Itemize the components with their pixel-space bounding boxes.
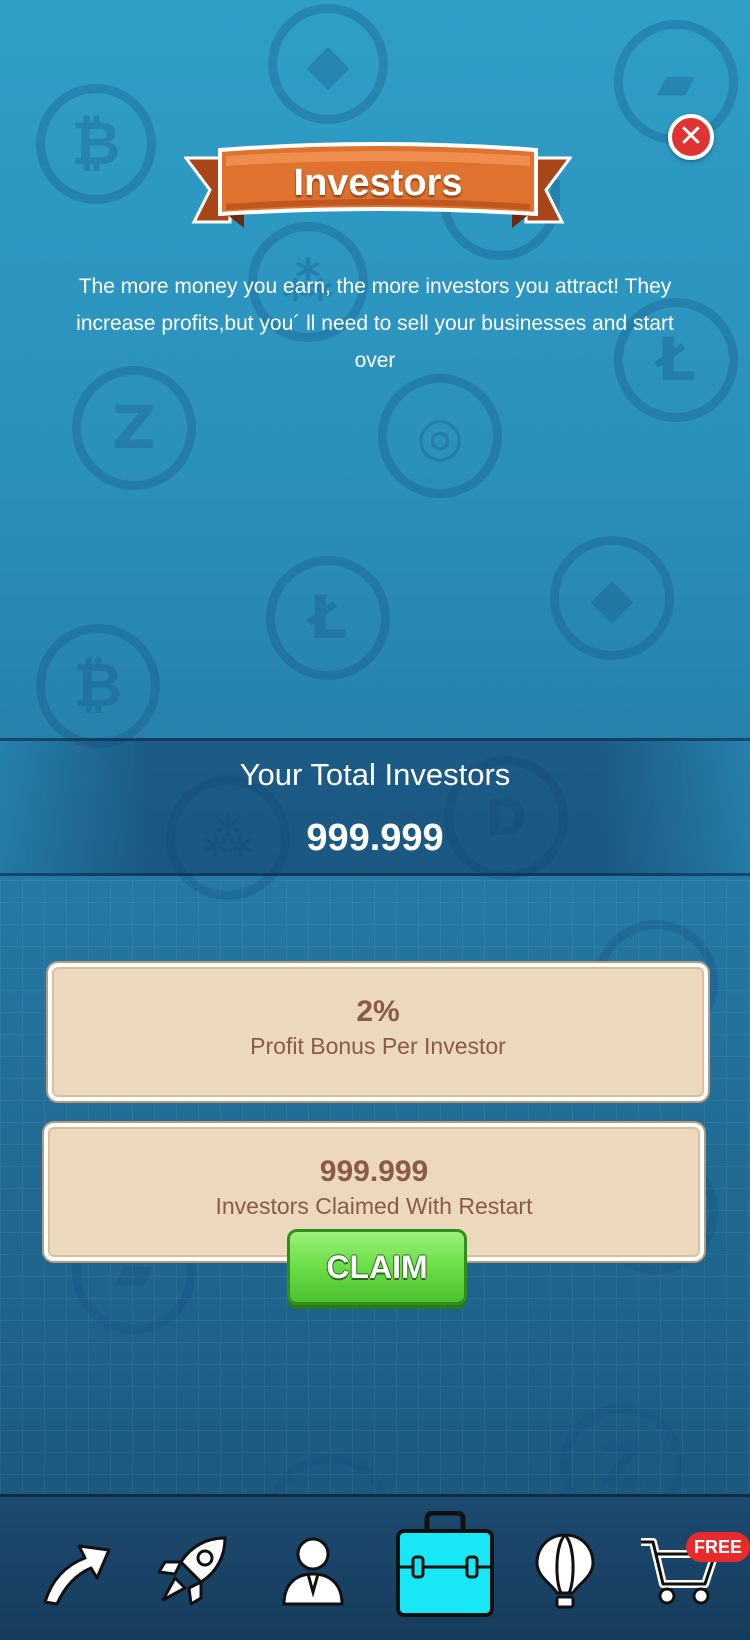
bitcoin-coin-icon-2: ₿: [36, 624, 160, 748]
profit-bonus-value: 2%: [356, 995, 400, 1028]
bitcoin-coin-icon: ₿: [36, 84, 156, 204]
total-investors-panel: Your Total Investors 999.999: [0, 738, 750, 876]
profit-bonus-card: 2% Profit Bonus Per Investor: [48, 963, 708, 1101]
close-button[interactable]: ✕: [668, 114, 714, 160]
nem-coin-icon: ◎: [378, 374, 502, 498]
nav-investors-active[interactable]: [395, 1510, 495, 1619]
litecoin-coin-icon-2: Ł: [266, 556, 390, 680]
claim-button[interactable]: CLAIM: [287, 1229, 467, 1305]
nav-events[interactable]: [510, 1497, 620, 1640]
description-text: The more money you earn, the more invest…: [76, 275, 674, 372]
manager-icon: [282, 1537, 344, 1606]
claimed-investors-label: Investors Claimed With Restart: [215, 1193, 533, 1219]
zcash-coin-icon: Z: [72, 366, 196, 490]
rocket-icon: [157, 1536, 227, 1606]
briefcase-icon: [396, 1510, 494, 1617]
ethereum-coin-icon: ◆: [268, 4, 388, 124]
nav-boosts[interactable]: [138, 1497, 248, 1640]
title-banner: Investors: [184, 142, 572, 236]
free-badge: FREE: [686, 1532, 750, 1562]
ethereum-coin-icon-2: ◆: [550, 536, 674, 660]
claimed-investors-value: 999.999: [319, 1155, 429, 1188]
upgrade-arrow-icon: [43, 1544, 111, 1606]
bottom-nav: [0, 1494, 750, 1640]
page-title: Investors: [293, 162, 463, 204]
nav-upgrades[interactable]: [22, 1497, 132, 1640]
hot-air-balloon-icon: [535, 1533, 595, 1609]
nav-shop[interactable]: [624, 1497, 734, 1640]
total-investors-value: 999.999: [306, 817, 444, 859]
total-investors-label: Your Total Investors: [239, 757, 511, 792]
nav-managers[interactable]: [258, 1497, 368, 1640]
close-icon: ✕: [678, 119, 704, 154]
profit-bonus-label: Profit Bonus Per Investor: [250, 1033, 506, 1059]
